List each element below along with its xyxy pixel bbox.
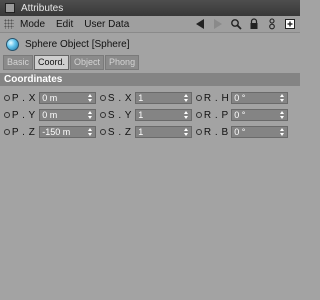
animate-bullet-icon[interactable]: [196, 112, 202, 118]
param-label: R . B: [203, 126, 229, 138]
lock-icon[interactable]: [247, 17, 260, 30]
param-label: P . Z: [11, 126, 36, 138]
object-header: Sphere Object [Sphere]: [0, 36, 300, 52]
search-icon[interactable]: [229, 17, 242, 30]
stepper-arrows-icon[interactable]: [88, 128, 93, 136]
p-z-field[interactable]: -150 m: [39, 126, 96, 138]
param-s-z: S . Z 1: [100, 126, 192, 138]
param-r-b: R . B 0 °: [196, 126, 288, 138]
p-y-field[interactable]: 0 m: [39, 109, 96, 121]
animate-bullet-icon[interactable]: [100, 129, 106, 135]
param-label: S . X: [107, 92, 133, 104]
stepper-arrows-icon[interactable]: [280, 94, 285, 102]
coord-row-z: P . Z -150 m S . Z 1 R . B 0 °: [0, 124, 300, 140]
stepper-arrows-icon[interactable]: [184, 94, 189, 102]
tab-coord[interactable]: Coord.: [34, 55, 70, 70]
r-b-field[interactable]: 0 °: [231, 126, 288, 138]
new-panel-icon[interactable]: [283, 17, 296, 30]
toolbar: [193, 17, 296, 30]
s-y-field[interactable]: 1: [135, 109, 192, 121]
window-menu-icon[interactable]: [5, 3, 15, 13]
param-r-p: R . P 0 °: [196, 109, 288, 121]
param-p-z: P . Z -150 m: [4, 126, 96, 138]
stepper-arrows-icon[interactable]: [184, 111, 189, 119]
menu-mode[interactable]: Mode: [20, 19, 45, 30]
tab-bar: Basic Coord. Object Phong: [3, 55, 140, 70]
param-label: P . X: [11, 92, 36, 104]
r-p-field[interactable]: 0 °: [231, 109, 288, 121]
coord-row-y: P . Y 0 m S . Y 1 R . P 0 °: [0, 107, 300, 123]
stepper-arrows-icon[interactable]: [280, 111, 285, 119]
animate-bullet-icon[interactable]: [4, 95, 10, 101]
object-title: Sphere Object [Sphere]: [25, 38, 130, 50]
back-arrow-icon[interactable]: [193, 17, 206, 30]
param-r-h: R . H 0 °: [196, 92, 288, 104]
tab-object[interactable]: Object: [70, 55, 105, 70]
param-s-y: S . Y 1: [100, 109, 192, 121]
animate-bullet-icon[interactable]: [196, 95, 202, 101]
param-label: P . Y: [11, 109, 36, 121]
menu-user-data[interactable]: User Data: [84, 19, 129, 30]
sphere-icon: [6, 37, 19, 51]
settings-icon[interactable]: [265, 17, 278, 30]
tab-basic[interactable]: Basic: [3, 55, 34, 70]
forward-arrow-icon[interactable]: [211, 17, 224, 30]
animate-bullet-icon[interactable]: [100, 112, 106, 118]
title-bar: Attributes: [0, 0, 300, 17]
stepper-arrows-icon[interactable]: [184, 128, 189, 136]
s-z-field[interactable]: 1: [135, 126, 192, 138]
param-label: S . Z: [107, 126, 132, 138]
param-label: S . Y: [107, 109, 132, 121]
param-label: R . H: [203, 92, 230, 104]
coord-row-x: P . X 0 m S . X 1 R . H 0 °: [0, 90, 300, 106]
stepper-arrows-icon[interactable]: [88, 111, 93, 119]
param-p-y: P . Y 0 m: [4, 109, 96, 121]
animate-bullet-icon[interactable]: [4, 112, 10, 118]
section-header-coordinates: Coordinates: [0, 73, 300, 86]
stepper-arrows-icon[interactable]: [280, 128, 285, 136]
r-h-field[interactable]: 0 °: [231, 92, 288, 104]
param-s-x: S . X 1: [100, 92, 192, 104]
window-title: Attributes: [21, 2, 64, 14]
animate-bullet-icon[interactable]: [196, 129, 202, 135]
tab-phong[interactable]: Phong: [105, 55, 140, 70]
param-label: R . P: [203, 109, 229, 121]
stepper-arrows-icon[interactable]: [88, 94, 93, 102]
menu-edit[interactable]: Edit: [56, 19, 73, 30]
param-p-x: P . X 0 m: [4, 92, 96, 104]
coordinates-grid: P . X 0 m S . X 1 R . H 0 ° P . Y 0 m S …: [0, 90, 300, 141]
animate-bullet-icon[interactable]: [100, 95, 106, 101]
menu-bar: Mode Edit User Data: [0, 16, 300, 33]
animate-bullet-icon[interactable]: [4, 129, 10, 135]
s-x-field[interactable]: 1: [135, 92, 192, 104]
p-x-field[interactable]: 0 m: [39, 92, 96, 104]
grip-handle-icon[interactable]: [4, 19, 14, 29]
